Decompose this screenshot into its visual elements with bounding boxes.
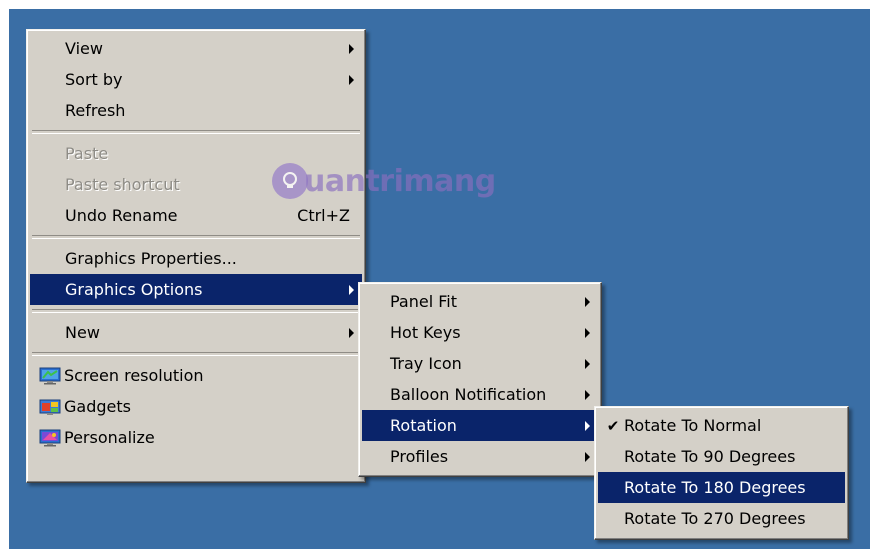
submenu-arrow-icon [349,284,354,295]
submenu-arrow-icon [585,451,590,462]
menu-separator [32,309,360,313]
menu-item-rotate-normal[interactable]: ✔ Rotate To Normal [598,410,845,441]
menu-item-label: Profiles [390,447,449,466]
submenu-arrow-icon [585,358,590,369]
menu-item-view[interactable]: View [30,33,362,64]
menu-item-tray-icon[interactable]: Tray Icon [362,348,598,379]
menu-item-graphics-options[interactable]: Graphics Options [30,274,362,305]
menu-separator [32,130,360,134]
submenu-arrow-icon [349,43,354,54]
submenu-arrow-icon [585,327,590,338]
menu-item-label: Paste [65,144,109,163]
menu-item-panel-fit[interactable]: Panel Fit [362,286,598,317]
menu-item-rotate-90[interactable]: Rotate To 90 Degrees [598,441,845,472]
personalize-icon [39,429,61,447]
menu-separator [32,235,360,239]
menu-item-label: Panel Fit [390,292,458,311]
menu-item-label: New [65,323,100,342]
menu-item-label: Paste shortcut [65,175,180,194]
graphics-options-submenu: Panel Fit Hot Keys Tray Icon Balloon Not… [358,282,602,477]
menu-item-label: Hot Keys [390,323,461,342]
submenu-arrow-icon [349,74,354,85]
menu-item-label: Sort by [65,70,123,89]
menu-item-screen-resolution[interactable]: Screen resolution [30,360,362,391]
menu-item-hot-keys[interactable]: Hot Keys [362,317,598,348]
menu-item-graphics-properties[interactable]: Graphics Properties... [30,243,362,274]
menu-item-label: Balloon Notification [390,385,547,404]
menu-item-personalize[interactable]: Personalize [30,422,362,453]
menu-item-label: Graphics Properties... [65,249,237,268]
menu-item-label: Screen resolution [64,366,204,385]
menu-item-rotate-270[interactable]: Rotate To 270 Degrees [598,503,845,534]
screen-resolution-icon [39,367,61,385]
submenu-arrow-icon [349,327,354,338]
menu-item-label: Rotation [390,416,457,435]
menu-item-label: Rotate To Normal [624,416,762,435]
menu-item-label: Undo Rename [65,206,178,225]
menu-item-new[interactable]: New [30,317,362,348]
menu-item-label: Rotate To 180 Degrees [624,478,806,497]
menu-item-shortcut: Ctrl+Z [297,206,350,225]
rotation-submenu: ✔ Rotate To Normal Rotate To 90 Degrees … [594,406,849,540]
desktop-context-menu: View Sort by Refresh Paste Paste shortcu… [26,29,366,483]
menu-item-rotation[interactable]: Rotation [362,410,598,441]
menu-item-sort-by[interactable]: Sort by [30,64,362,95]
menu-item-rotate-180[interactable]: Rotate To 180 Degrees [598,472,845,503]
menu-item-gadgets[interactable]: Gadgets [30,391,362,422]
menu-item-refresh[interactable]: Refresh [30,95,362,126]
submenu-arrow-icon [585,296,590,307]
menu-item-label: Rotate To 270 Degrees [624,509,806,528]
menu-item-paste[interactable]: Paste [30,138,362,169]
menu-item-balloon-notification[interactable]: Balloon Notification [362,379,598,410]
menu-item-label: Personalize [64,428,155,447]
menu-item-label: Refresh [65,101,126,120]
submenu-arrow-icon [585,420,590,431]
submenu-arrow-icon [585,389,590,400]
menu-separator [32,352,360,356]
menu-item-profiles[interactable]: Profiles [362,441,598,472]
menu-item-label: Gadgets [64,397,131,416]
checkmark-icon: ✔ [606,416,620,435]
menu-item-paste-shortcut[interactable]: Paste shortcut [30,169,362,200]
gadgets-icon [39,398,61,416]
menu-item-label: Tray Icon [390,354,462,373]
menu-item-label: Rotate To 90 Degrees [624,447,796,466]
menu-item-undo-rename[interactable]: Undo Rename Ctrl+Z [30,200,362,231]
menu-item-label: Graphics Options [65,280,203,299]
menu-item-label: View [65,39,103,58]
